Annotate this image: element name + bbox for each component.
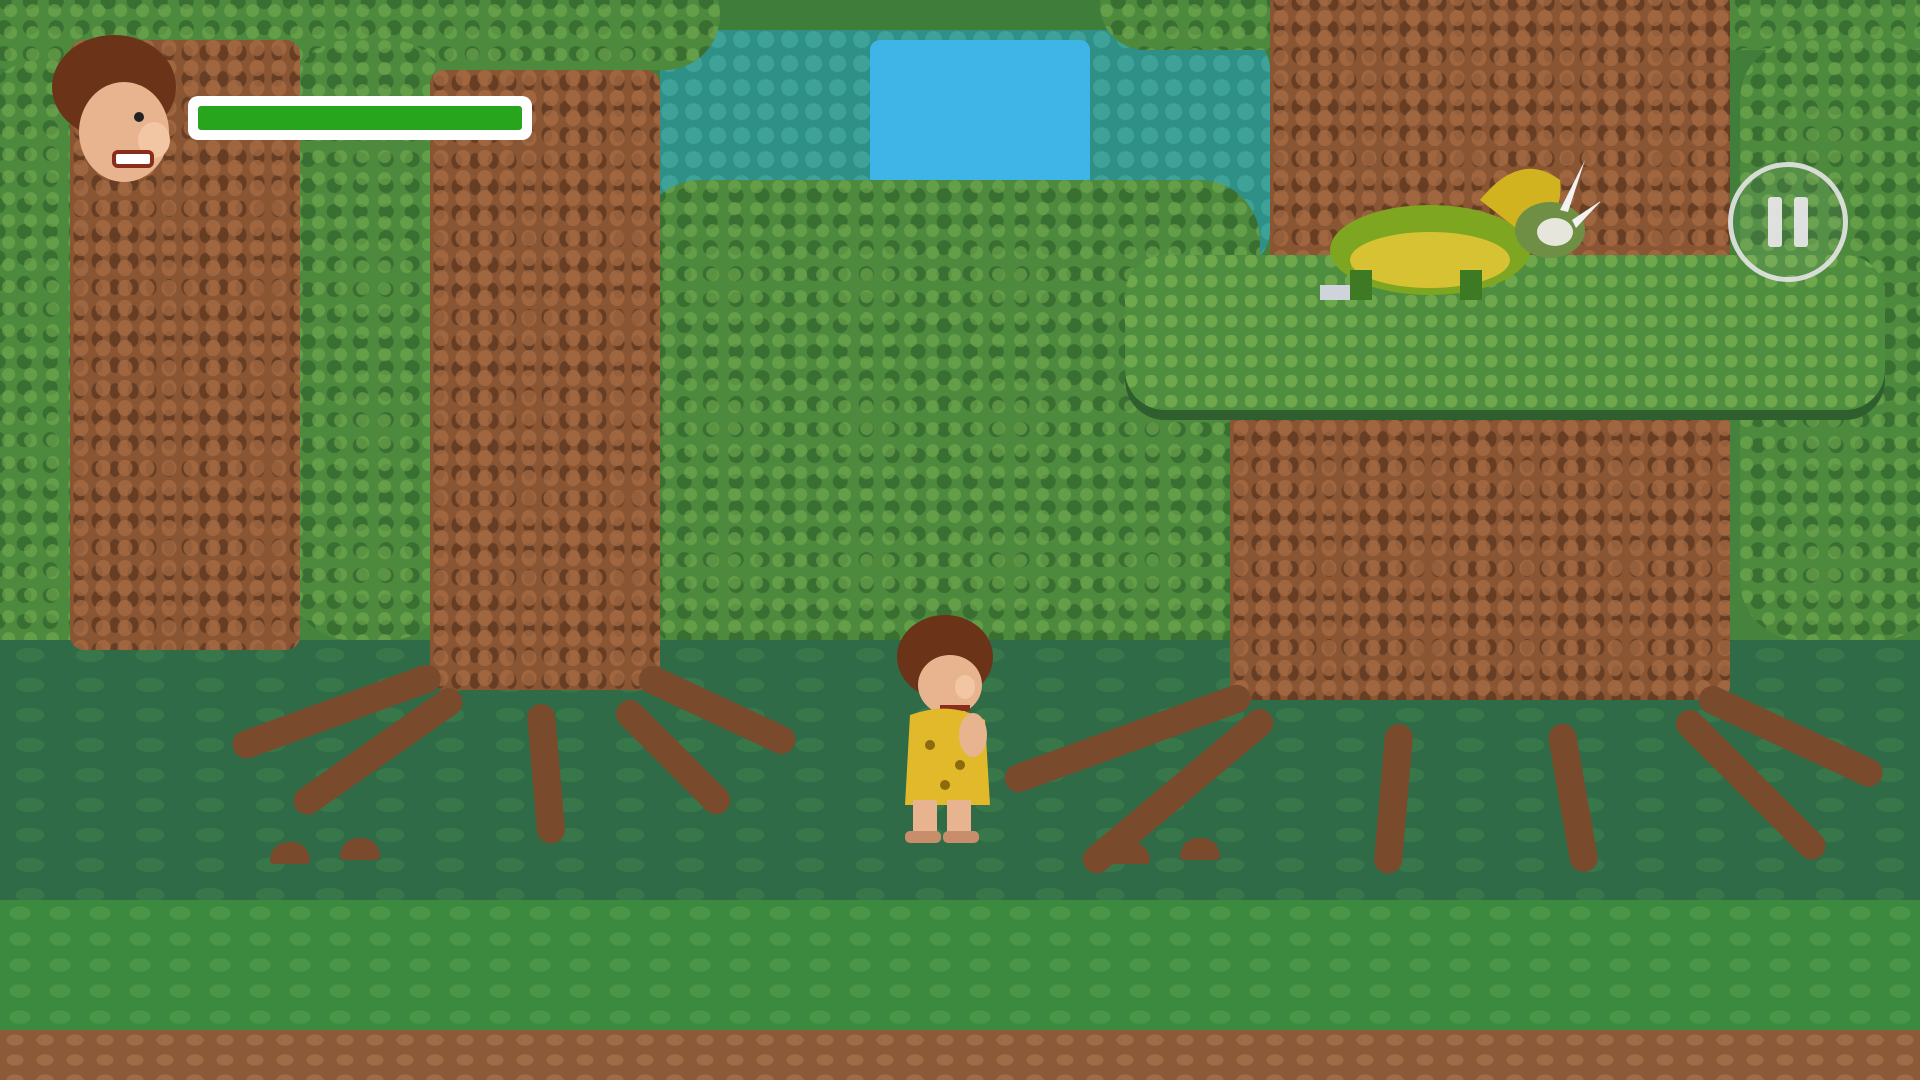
triceratops-enemy	[1320, 160, 1600, 300]
caveman-portrait-icon	[52, 35, 176, 182]
health-bar	[188, 96, 532, 140]
foreground-grass	[0, 900, 1920, 1030]
pause-icon	[1768, 197, 1782, 247]
dirt-strip	[0, 1030, 1920, 1080]
tree-trunk-middle	[430, 70, 660, 690]
pause-button[interactable]	[1728, 162, 1848, 282]
tree-trunk-right-lower	[1230, 400, 1730, 700]
bush-center	[640, 180, 1260, 650]
caveman-player	[897, 615, 993, 843]
game-viewport[interactable]	[0, 0, 1920, 1080]
health-bar-fill	[198, 106, 522, 130]
pause-icon	[1794, 197, 1808, 247]
